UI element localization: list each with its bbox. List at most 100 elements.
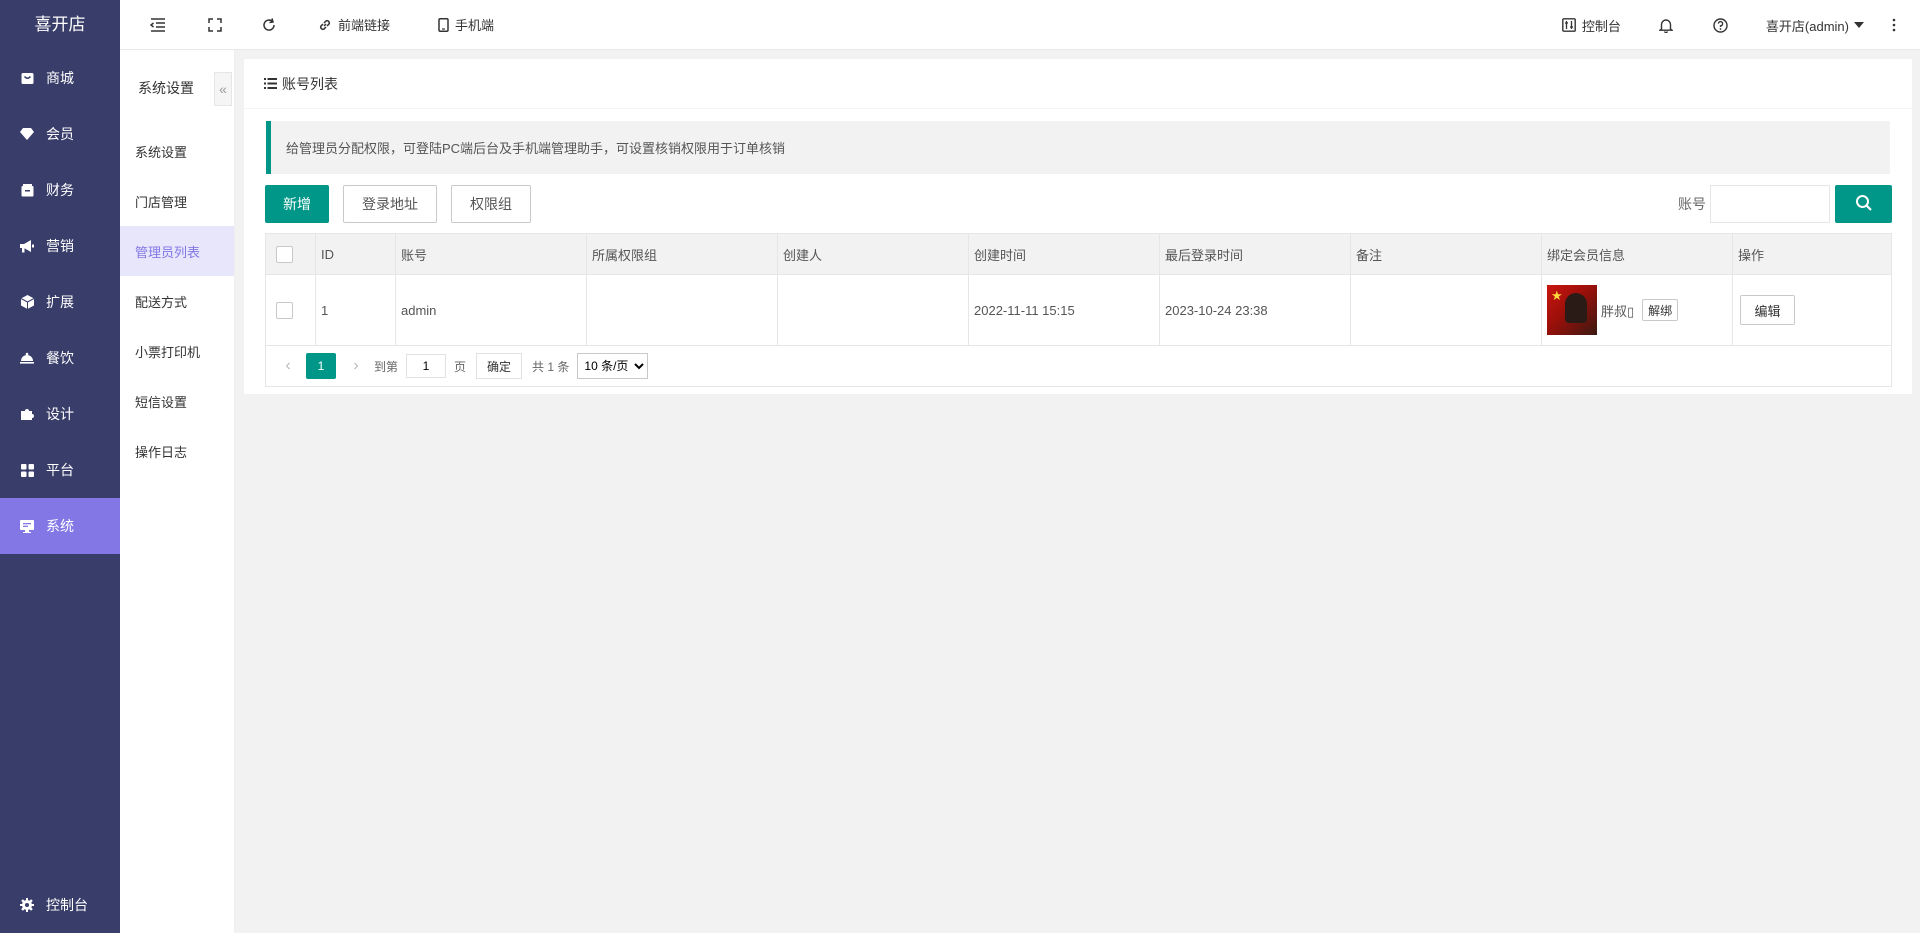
grid-icon: [20, 463, 34, 477]
sidebar-item-marketing[interactable]: 营销: [0, 218, 120, 274]
total-count: 共 1 条: [532, 359, 570, 374]
next-page-icon[interactable]: ›: [344, 357, 368, 375]
sidebar-item-member[interactable]: 会员: [0, 106, 120, 162]
subnav-item-receipt-printer[interactable]: 小票打印机: [120, 326, 234, 376]
header-cell: 创建时间: [969, 234, 1160, 274]
sidebar-item-platform[interactable]: 平台: [0, 442, 120, 498]
refresh-button[interactable]: [262, 0, 276, 50]
row-checkbox[interactable]: [276, 301, 293, 319]
subnav-item-label: 短信设置: [135, 394, 188, 410]
cell-last-login: 2023-10-24 23:38: [1160, 275, 1351, 345]
goto-page-input[interactable]: [406, 354, 447, 378]
sidebar-item-extension[interactable]: 扩展: [0, 274, 120, 330]
sidebar-item-system[interactable]: 系统: [0, 498, 120, 554]
console-label: 控制台: [1581, 18, 1621, 34]
sidebar-item-label: 会员: [46, 126, 74, 142]
brand-logo[interactable]: 喜开店: [0, 0, 120, 50]
info-tip: 给管理员分配权限，可登陆PC端后台及手机端管理助手，可设置核销权限用于订单核销: [266, 121, 1890, 174]
help-button[interactable]: [1713, 0, 1728, 50]
sidebar-item-shop[interactable]: 商城: [0, 50, 120, 106]
unbind-button[interactable]: 解绑: [1642, 299, 1679, 321]
page-size-select[interactable]: 10 条/页: [577, 353, 649, 379]
mobile-label: 手机端: [455, 18, 495, 33]
panel-header: 账号列表: [244, 59, 1912, 109]
caret-down-icon: [1854, 22, 1864, 28]
account-search-input[interactable]: [1710, 185, 1830, 223]
cell-account: admin: [396, 275, 587, 345]
more-menu-button[interactable]: [1892, 0, 1896, 50]
goto-confirm-button[interactable]: 确定: [476, 353, 523, 379]
sidebar-item-label: 扩展: [46, 294, 74, 310]
link-icon: [318, 18, 332, 32]
cube-icon: [20, 295, 34, 309]
table-row: 1 admin 2022-11-11 15:15 2023-10-24 23:3…: [266, 275, 1891, 346]
header-cell: 操作: [1738, 247, 1765, 263]
sidebar-item-console[interactable]: 控制台: [0, 877, 120, 933]
main-sidebar: 喜开店 商城 会员 财务 营销 扩展 餐饮 设计 平台 系统 控制台: [0, 0, 120, 933]
notification-button[interactable]: [1658, 0, 1673, 50]
content-panel: 账号列表 给管理员分配权限，可登陆PC端后台及手机端管理助手，可设置核销权限用于…: [244, 59, 1912, 394]
console-icon: [1562, 18, 1576, 32]
subnav-item-store-management[interactable]: 门店管理: [120, 176, 234, 226]
fullscreen-button[interactable]: [208, 0, 222, 50]
sidebar-item-label: 设计: [46, 406, 74, 422]
admin-table: ID 账号 所属权限组 创建人 创建时间 最后登录时间 备注 绑定会员信息 操作…: [265, 233, 1892, 387]
sidebar-item-label: 营销: [46, 238, 74, 254]
subnav-item-delivery[interactable]: 配送方式: [120, 276, 234, 326]
user-menu[interactable]: 喜开店(admin): [1766, 0, 1864, 50]
console-button[interactable]: 控制台: [1562, 0, 1621, 50]
collapse-subnav-button[interactable]: «: [214, 72, 232, 106]
star-icon: ★: [1551, 288, 1563, 303]
search-icon: [1855, 194, 1873, 215]
search-button[interactable]: [1835, 185, 1892, 223]
current-page[interactable]: 1: [306, 353, 336, 379]
pagination: ‹ 1 › 到第 页 确定 共 1 条 10 条/页: [266, 346, 1891, 386]
wallet-icon: [20, 183, 34, 197]
sidebar-item-catering[interactable]: 餐饮: [0, 330, 120, 386]
header-cell: 创建人: [778, 234, 969, 274]
subnav-item-label: 操作日志: [135, 444, 188, 460]
toolbar: 新增 登录地址 权限组 账号: [265, 185, 1892, 223]
sidebar-item-label: 财务: [46, 182, 74, 198]
subnav-title: 系统设置 «: [120, 50, 234, 126]
bell-icon: [1658, 18, 1673, 33]
member-name: 胖叔▯: [1601, 303, 1635, 319]
frontend-link-button[interactable]: 前端链接: [318, 0, 390, 50]
sidebar-item-label: 餐饮: [46, 350, 74, 366]
mobile-button[interactable]: 手机端: [438, 0, 494, 50]
edit-button[interactable]: 编辑: [1740, 295, 1795, 325]
login-url-button[interactable]: 登录地址: [343, 185, 437, 223]
subnav-item-system-settings[interactable]: 系统设置: [120, 126, 234, 176]
subnav-item-label: 小票打印机: [135, 344, 201, 360]
refresh-icon: [262, 17, 276, 32]
cell-created-at: 2022-11-11 15:15: [969, 275, 1160, 345]
header-cell: 绑定会员信息: [1542, 234, 1733, 274]
cell-actions: 编辑: [1733, 275, 1891, 345]
sidebar-item-finance[interactable]: 财务: [0, 162, 120, 218]
add-button[interactable]: 新增: [265, 185, 329, 223]
subnav-item-label: 管理员列表: [135, 244, 201, 260]
header-cell: 账号: [396, 234, 587, 274]
puzzle-icon: [20, 407, 34, 421]
header-cell: ID: [316, 234, 396, 274]
row-select-cell: [266, 275, 316, 345]
cell-creator: [778, 275, 969, 345]
role-group-button[interactable]: 权限组: [451, 185, 531, 223]
cell-id: 1: [316, 275, 396, 345]
select-all-checkbox[interactable]: [276, 245, 293, 263]
list-icon: [264, 78, 277, 89]
monitor-icon: [20, 519, 34, 533]
cell-role-group: [587, 275, 778, 345]
menu-toggle-button[interactable]: [150, 0, 166, 50]
gear-icon: [20, 898, 34, 912]
subnav-item-admin-list[interactable]: 管理员列表: [120, 226, 234, 276]
shop-icon: [20, 71, 34, 85]
subnav-item-operation-log[interactable]: 操作日志: [120, 426, 234, 476]
prev-page-icon[interactable]: ‹: [276, 357, 300, 375]
sub-sidebar: 系统设置 « 系统设置 门店管理 管理员列表 配送方式 小票打印机 短信设置 操…: [120, 50, 235, 933]
more-vertical-icon: [1892, 18, 1896, 32]
subnav-item-sms-settings[interactable]: 短信设置: [120, 376, 234, 426]
sidebar-item-design[interactable]: 设计: [0, 386, 120, 442]
subnav-title-text: 系统设置: [138, 80, 194, 96]
search-label: 账号: [1678, 196, 1706, 212]
